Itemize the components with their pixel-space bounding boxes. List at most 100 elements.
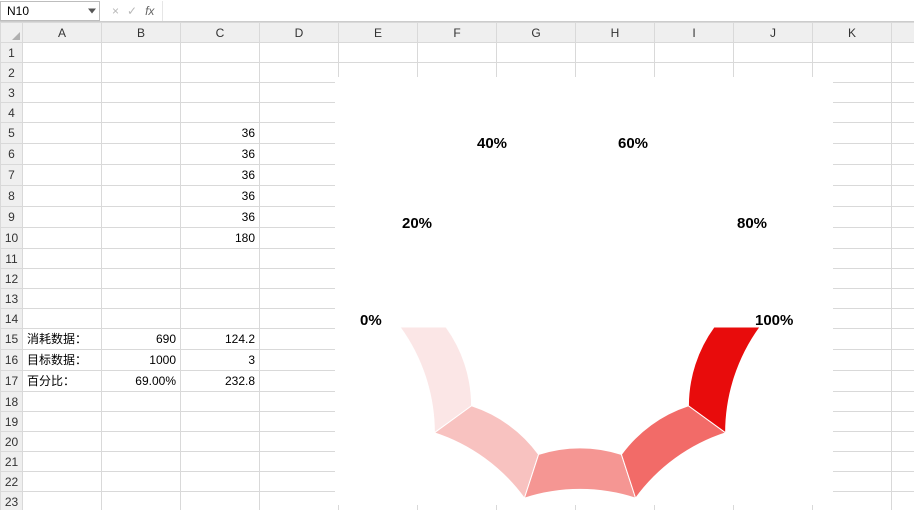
row-header-17[interactable]: 17: [1, 371, 23, 392]
cell-C10[interactable]: 180: [181, 228, 260, 249]
select-all-corner[interactable]: [1, 23, 23, 43]
cell-B20[interactable]: [102, 432, 181, 452]
cell-D12[interactable]: [260, 269, 339, 289]
cell-L18[interactable]: [892, 392, 914, 412]
cell-D1[interactable]: [260, 43, 339, 63]
cell-A16[interactable]: 目标数据：: [23, 350, 102, 371]
cell-A1[interactable]: [23, 43, 102, 63]
cell-C9[interactable]: 36: [181, 207, 260, 228]
row-header-2[interactable]: 2: [1, 63, 23, 83]
cell-C15[interactable]: 124.2: [181, 329, 260, 350]
cell-C6[interactable]: 36: [181, 144, 260, 165]
cell-L7[interactable]: [892, 165, 914, 186]
cell-B12[interactable]: [102, 269, 181, 289]
cell-B3[interactable]: [102, 83, 181, 103]
col-header-A[interactable]: A: [23, 23, 102, 43]
col-header-D[interactable]: D: [260, 23, 339, 43]
col-header-E[interactable]: E: [339, 23, 418, 43]
row-header-22[interactable]: 22: [1, 472, 23, 492]
cell-D6[interactable]: [260, 144, 339, 165]
cell-B8[interactable]: [102, 186, 181, 207]
cell-B2[interactable]: [102, 63, 181, 83]
cell-B7[interactable]: [102, 165, 181, 186]
cell-D2[interactable]: [260, 63, 339, 83]
cell-D21[interactable]: [260, 452, 339, 472]
cell-J1[interactable]: [734, 43, 813, 63]
cell-D8[interactable]: [260, 186, 339, 207]
col-header-J[interactable]: J: [734, 23, 813, 43]
cell-B13[interactable]: [102, 289, 181, 309]
cell-B19[interactable]: [102, 412, 181, 432]
row-header-15[interactable]: 15: [1, 329, 23, 350]
col-header-L[interactable]: L: [892, 23, 914, 43]
col-header-G[interactable]: G: [497, 23, 576, 43]
row-header-6[interactable]: 6: [1, 144, 23, 165]
row-header-5[interactable]: 5: [1, 123, 23, 144]
cell-B1[interactable]: [102, 43, 181, 63]
cell-L19[interactable]: [892, 412, 914, 432]
row-header-20[interactable]: 20: [1, 432, 23, 452]
cell-A4[interactable]: [23, 103, 102, 123]
cell-A5[interactable]: [23, 123, 102, 144]
cell-D7[interactable]: [260, 165, 339, 186]
col-header-K[interactable]: K: [813, 23, 892, 43]
row-header-8[interactable]: 8: [1, 186, 23, 207]
cell-D19[interactable]: [260, 412, 339, 432]
cell-D23[interactable]: [260, 492, 339, 510]
cell-L4[interactable]: [892, 103, 914, 123]
cell-A10[interactable]: [23, 228, 102, 249]
row-header-10[interactable]: 10: [1, 228, 23, 249]
cell-B4[interactable]: [102, 103, 181, 123]
cell-B16[interactable]: 1000: [102, 350, 181, 371]
cell-D22[interactable]: [260, 472, 339, 492]
cell-A6[interactable]: [23, 144, 102, 165]
row-header-14[interactable]: 14: [1, 309, 23, 329]
row-header-13[interactable]: 13: [1, 289, 23, 309]
cell-E1[interactable]: [339, 43, 418, 63]
cell-A22[interactable]: [23, 472, 102, 492]
cell-L21[interactable]: [892, 452, 914, 472]
row-header-3[interactable]: 3: [1, 83, 23, 103]
formula-input[interactable]: [162, 1, 914, 21]
cell-H1[interactable]: [576, 43, 655, 63]
cell-B5[interactable]: [102, 123, 181, 144]
cell-D3[interactable]: [260, 83, 339, 103]
cell-A2[interactable]: [23, 63, 102, 83]
accept-icon[interactable]: ✓: [127, 4, 137, 18]
cell-D10[interactable]: [260, 228, 339, 249]
cell-A21[interactable]: [23, 452, 102, 472]
col-header-H[interactable]: H: [576, 23, 655, 43]
row-header-9[interactable]: 9: [1, 207, 23, 228]
cell-A14[interactable]: [23, 309, 102, 329]
row-header-23[interactable]: 23: [1, 492, 23, 510]
row-header-18[interactable]: 18: [1, 392, 23, 412]
cell-C8[interactable]: 36: [181, 186, 260, 207]
cell-B23[interactable]: [102, 492, 181, 510]
col-header-B[interactable]: B: [102, 23, 181, 43]
cell-B9[interactable]: [102, 207, 181, 228]
cell-B14[interactable]: [102, 309, 181, 329]
row-header-1[interactable]: 1: [1, 43, 23, 63]
cell-D17[interactable]: [260, 371, 339, 392]
cell-L3[interactable]: [892, 83, 914, 103]
cell-C2[interactable]: [181, 63, 260, 83]
cell-L17[interactable]: [892, 371, 914, 392]
cell-B15[interactable]: 690: [102, 329, 181, 350]
chevron-down-icon[interactable]: [88, 8, 96, 13]
cell-C20[interactable]: [181, 432, 260, 452]
cell-A19[interactable]: [23, 412, 102, 432]
cell-A3[interactable]: [23, 83, 102, 103]
cell-D5[interactable]: [260, 123, 339, 144]
gauge-chart[interactable]: 0%20%40%60%80%100%: [335, 77, 833, 505]
cell-C22[interactable]: [181, 472, 260, 492]
cell-C11[interactable]: [181, 249, 260, 269]
row-header-4[interactable]: 4: [1, 103, 23, 123]
cell-L13[interactable]: [892, 289, 914, 309]
cell-D20[interactable]: [260, 432, 339, 452]
cell-D11[interactable]: [260, 249, 339, 269]
cell-I1[interactable]: [655, 43, 734, 63]
col-header-C[interactable]: C: [181, 23, 260, 43]
cell-B22[interactable]: [102, 472, 181, 492]
fx-icon[interactable]: fx: [145, 4, 154, 18]
cell-A11[interactable]: [23, 249, 102, 269]
